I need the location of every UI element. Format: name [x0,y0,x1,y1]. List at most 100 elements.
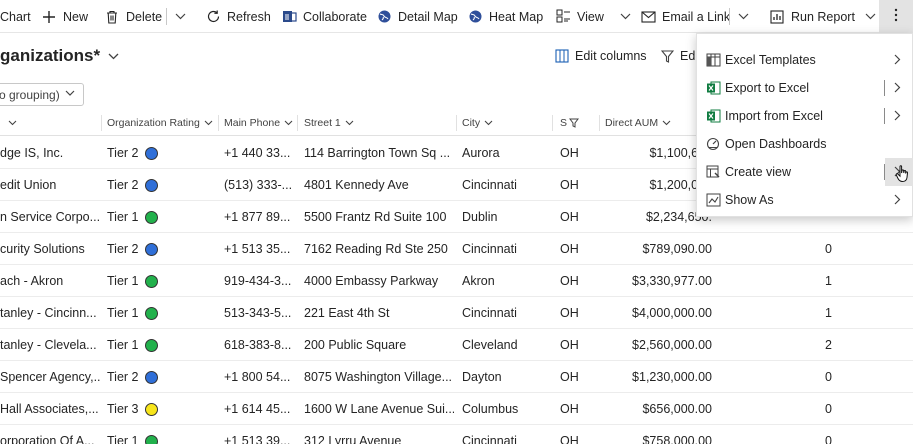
cell-city: Cincinnati [462,425,550,444]
cell-rating: Tier 1 [107,201,217,233]
cell-aum: $656,000.00 [600,393,712,425]
cell-text: Cleveland [462,338,518,352]
refresh-button[interactable]: Refresh [205,0,271,33]
cell-street: 4801 Kennedy Ave [304,169,454,201]
cell-text: 0 [825,370,832,384]
cell-name[interactable]: ach - Akron [0,265,100,297]
chevron-right-icon[interactable] [894,110,901,121]
column-divider[interactable] [297,115,298,131]
cell-name[interactable]: curity Solutions [0,233,100,265]
detail-map-button[interactable]: Detail Map [376,0,458,33]
rating-dot-icon [144,178,158,192]
cell-rating: Tier 2 [107,137,217,169]
cell-rating: Tier 1 [107,297,217,329]
cell-name[interactable]: dge IS, Inc. [0,137,100,169]
cell-text: (513) 333-... [224,178,293,192]
cell-text: Cincinnati [462,242,517,256]
cell-extra: 0 [790,233,832,265]
cell-name[interactable]: tanley - Clevela... [0,329,100,361]
filter-icon [569,118,580,128]
chart-button[interactable]: Chart [0,0,31,33]
view-selector[interactable]: ganizations* [0,44,119,68]
cell-city: Akron [462,265,550,297]
cell-aum: $789,090.00 [600,233,712,265]
edit-filters-button[interactable]: Ed [661,46,695,66]
cell-phone: +1 800 54... [224,361,296,393]
cell-text: $656,000.00 [642,402,712,416]
split-divider [884,108,885,124]
column-header-main-phone[interactable]: Main Phone [224,110,293,136]
cell-name[interactable]: n Service Corpo... [0,201,100,233]
column-header-name[interactable] [8,110,17,136]
table-row[interactable]: ach - Akron Tier 1 919-434-3... 4000 Embass… [0,265,913,297]
column-header-organization-rating[interactable]: Organization Rating [107,110,213,136]
email-link-button[interactable]: Email a Link [640,0,730,33]
cell-text: 2 [825,338,832,352]
chevron-down-icon [284,120,293,126]
email-more-chevron[interactable] [737,0,749,33]
cell-name[interactable]: Hall Associates,... [0,393,100,425]
cell-extra: 0 [790,425,832,444]
cell-text: orporation Of A... [0,434,95,444]
table-row[interactable]: Spencer Agency,... Tier 2 +1 800 54... 8075… [0,361,913,393]
edit-columns-button[interactable]: Edit columns [555,46,647,66]
cell-text: +1 513 35... [224,242,291,256]
column-header-city[interactable]: City [462,110,493,136]
cell-street: 8075 Washington Village... [304,361,454,393]
run-report-button[interactable]: Run Report [769,0,877,33]
cell-text: 8075 Washington Village... [304,370,453,384]
view-button[interactable]: View [555,0,632,33]
globe-icon [467,9,483,25]
column-header-state[interactable]: S [560,110,580,136]
table-row[interactable]: orporation Of A... Tier 1 +1 513 39... 312 … [0,425,913,444]
cell-rating: Tier 3 [107,393,217,425]
filter-icon [661,49,674,63]
edit-filters-label: Ed [680,49,696,63]
column-header-direct-aum[interactable]: Direct AUM [605,110,671,136]
cell-rating: Tier 1 [107,265,217,297]
menu-item-show-as[interactable]: Show As [697,186,913,214]
column-divider[interactable] [599,115,600,131]
delete-button[interactable]: Delete [104,0,162,33]
column-divider[interactable] [456,115,457,131]
table-row[interactable]: tanley - Clevela... Tier 1 618-383-8... 200… [0,329,913,361]
menu-item-excel-templates[interactable]: Excel Templates [697,46,913,74]
cell-name[interactable]: orporation Of A... [0,425,100,444]
rating-dot-icon [144,434,158,444]
column-divider[interactable] [218,115,219,131]
menu-item-export-to-excel[interactable]: Export to Excel [697,74,913,102]
new-button[interactable]: New [41,0,88,33]
table-row[interactable]: tanley - Cincinn... Tier 1 513-343-5... 221… [0,297,913,329]
cell-aum: $4,000,000.00 [600,297,712,329]
heat-map-button[interactable]: Heat Map [467,0,543,33]
cell-street: 5500 Frantz Rd Suite 100 [304,201,454,233]
menu-item-create-view[interactable]: Create view [697,158,913,186]
more-commands-button[interactable] [879,0,913,33]
table-row[interactable]: Hall Associates,... Tier 3 +1 614 45... 160… [0,393,913,425]
cell-name[interactable]: edit Union [0,169,100,201]
menu-item-import-from-excel[interactable]: Import from Excel [697,102,913,130]
table-row[interactable]: curity Solutions Tier 2 +1 513 35... 7162 R… [0,233,913,265]
menu-item-open-dashboards[interactable]: Open Dashboards [697,130,913,158]
grouping-select[interactable]: o grouping) [0,83,84,106]
cell-name[interactable]: Spencer Agency,... [0,361,100,393]
cell-text: +1 800 54... [224,370,291,384]
cell-state: OH [560,137,598,169]
cell-text: Dublin [462,210,498,224]
trash-icon [104,9,120,25]
column-divider[interactable] [101,115,102,131]
rating-dot-icon [144,146,158,160]
cell-text: n Service Corpo... [0,210,100,224]
delete-more-chevron[interactable] [174,0,186,33]
column-header-street1[interactable]: Street 1 [304,110,354,136]
cell-aum: $1,230,000.00 [600,361,712,393]
menu-item-label: Export to Excel [725,81,810,95]
chevron-right-icon[interactable] [894,82,901,93]
cell-text: Tier 2 [107,370,139,384]
column-divider[interactable] [552,115,553,131]
collaborate-button[interactable]: Collaborate [281,0,367,33]
detail-map-label: Detail Map [398,9,458,24]
cell-name[interactable]: tanley - Cincinn... [0,297,100,329]
cell-street: 1600 W Lane Avenue Sui... [304,393,454,425]
column-header-label: S [560,117,568,129]
